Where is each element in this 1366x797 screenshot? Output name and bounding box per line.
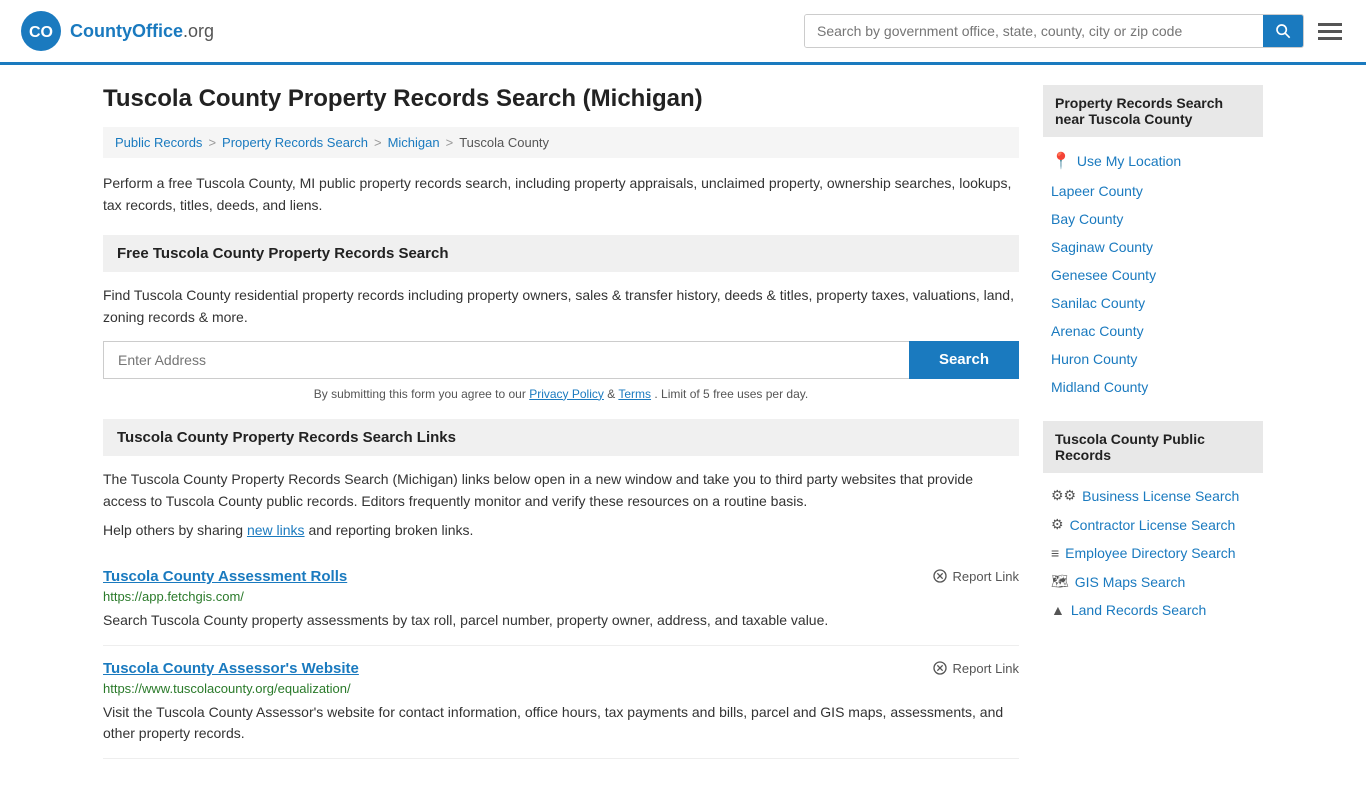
- location-icon: 📍: [1051, 151, 1071, 171]
- header-search-input[interactable]: [805, 15, 1263, 47]
- form-disclaimer: By submitting this form you agree to our…: [103, 387, 1019, 401]
- new-links-link[interactable]: new links: [247, 522, 305, 538]
- link-card-title-1[interactable]: Tuscola County Assessment Rolls: [103, 568, 347, 585]
- sanilac-county-link[interactable]: Sanilac County: [1051, 295, 1145, 311]
- breadcrumb-sep-3: >: [446, 135, 454, 150]
- logo-area: CO CountyOffice.org: [20, 10, 214, 52]
- nearby-section-title: Property Records Search near Tuscola Cou…: [1043, 85, 1263, 137]
- address-form: Search: [103, 341, 1019, 379]
- sidebar-item-sanilac[interactable]: Sanilac County: [1043, 289, 1263, 317]
- link-card-desc-2: Visit the Tuscola County Assessor's webs…: [103, 702, 1019, 744]
- links-section-heading: Tuscola County Property Records Search L…: [103, 419, 1019, 456]
- hamburger-line-1: [1318, 23, 1342, 26]
- terms-link[interactable]: Terms: [618, 387, 651, 401]
- lapeer-county-link[interactable]: Lapeer County: [1051, 183, 1143, 199]
- triangle-icon: ▲: [1051, 602, 1065, 618]
- link-card-url-1: https://app.fetchgis.com/: [103, 589, 1019, 604]
- link-card-header-1: Tuscola County Assessment Rolls Report L…: [103, 568, 1019, 585]
- midland-county-link[interactable]: Midland County: [1051, 379, 1148, 395]
- hamburger-menu-button[interactable]: [1314, 19, 1346, 44]
- header: CO CountyOffice.org: [0, 0, 1366, 65]
- public-records-section: Tuscola County Public Records ⚙⚙ Busines…: [1043, 421, 1263, 624]
- sidebar-item-land-records[interactable]: ▲ Land Records Search: [1043, 596, 1263, 624]
- sidebar-item-genesee[interactable]: Genesee County: [1043, 261, 1263, 289]
- sidebar-item-huron[interactable]: Huron County: [1043, 345, 1263, 373]
- privacy-policy-link[interactable]: Privacy Policy: [529, 387, 604, 401]
- header-search-button[interactable]: [1263, 15, 1303, 47]
- report-link-btn-1[interactable]: Report Link: [932, 568, 1019, 584]
- gear-icon: ⚙: [1051, 516, 1064, 533]
- free-search-heading: Free Tuscola County Property Records Sea…: [103, 235, 1019, 272]
- map-icon: 🗺: [1051, 573, 1069, 590]
- sidebar-item-arenac[interactable]: Arenac County: [1043, 317, 1263, 345]
- breadcrumb-current: Tuscola County: [459, 135, 549, 150]
- breadcrumb-sep-1: >: [208, 135, 216, 150]
- link-card-header-2: Tuscola County Assessor's Website Report…: [103, 660, 1019, 677]
- breadcrumb-sep-2: >: [374, 135, 382, 150]
- link-card-title-2[interactable]: Tuscola County Assessor's Website: [103, 660, 359, 677]
- links-description: The Tuscola County Property Records Sear…: [103, 468, 1019, 513]
- employee-directory-search-link[interactable]: Employee Directory Search: [1065, 545, 1235, 561]
- breadcrumb-public-records[interactable]: Public Records: [115, 135, 202, 150]
- report-icon-2: [932, 660, 948, 676]
- breadcrumb: Public Records > Property Records Search…: [103, 127, 1019, 158]
- breadcrumb-property-records-search[interactable]: Property Records Search: [222, 135, 368, 150]
- huron-county-link[interactable]: Huron County: [1051, 351, 1137, 367]
- sidebar-item-contractor-license[interactable]: ⚙ Contractor License Search: [1043, 510, 1263, 539]
- free-search-section: Free Tuscola County Property Records Sea…: [103, 235, 1019, 401]
- header-search-container: [804, 14, 1304, 48]
- breadcrumb-michigan[interactable]: Michigan: [388, 135, 440, 150]
- use-my-location[interactable]: 📍 Use My Location: [1043, 145, 1263, 177]
- sidebar-item-employee-directory[interactable]: ≡ Employee Directory Search: [1043, 539, 1263, 567]
- nearby-section: Property Records Search near Tuscola Cou…: [1043, 85, 1263, 401]
- gis-maps-search-link[interactable]: GIS Maps Search: [1075, 574, 1186, 590]
- public-records-title: Tuscola County Public Records: [1043, 421, 1263, 473]
- use-my-location-link[interactable]: Use My Location: [1077, 153, 1181, 169]
- list-icon: ≡: [1051, 545, 1059, 561]
- sidebar-item-gis-maps[interactable]: 🗺 GIS Maps Search: [1043, 567, 1263, 596]
- arenac-county-link[interactable]: Arenac County: [1051, 323, 1144, 339]
- hamburger-line-3: [1318, 37, 1342, 40]
- address-input[interactable]: [103, 341, 909, 379]
- report-icon-1: [932, 568, 948, 584]
- free-search-description: Find Tuscola County residential property…: [103, 284, 1019, 329]
- bay-county-link[interactable]: Bay County: [1051, 211, 1123, 227]
- header-right: [804, 14, 1346, 48]
- page-title: Tuscola County Property Records Search (…: [103, 85, 1019, 113]
- link-card-url-2: https://www.tuscolacounty.org/equalizati…: [103, 681, 1019, 696]
- logo-icon: CO: [20, 10, 62, 52]
- land-records-search-link[interactable]: Land Records Search: [1071, 602, 1206, 618]
- saginaw-county-link[interactable]: Saginaw County: [1051, 239, 1153, 255]
- share-links-text: Help others by sharing new links and rep…: [103, 522, 1019, 538]
- sidebar: Property Records Search near Tuscola Cou…: [1043, 85, 1263, 777]
- svg-text:CO: CO: [29, 24, 53, 41]
- sidebar-item-business-license[interactable]: ⚙⚙ Business License Search: [1043, 481, 1263, 510]
- genesee-county-link[interactable]: Genesee County: [1051, 267, 1156, 283]
- logo-text: CountyOffice.org: [70, 21, 214, 42]
- links-section: Tuscola County Property Records Search L…: [103, 419, 1019, 760]
- content-area: Tuscola County Property Records Search (…: [103, 85, 1019, 777]
- business-license-search-link[interactable]: Business License Search: [1082, 488, 1239, 504]
- contractor-license-search-link[interactable]: Contractor License Search: [1070, 517, 1236, 533]
- link-card-desc-1: Search Tuscola County property assessmen…: [103, 610, 1019, 631]
- hamburger-line-2: [1318, 30, 1342, 33]
- sidebar-item-lapeer[interactable]: Lapeer County: [1043, 177, 1263, 205]
- sidebar-item-bay[interactable]: Bay County: [1043, 205, 1263, 233]
- sidebar-item-saginaw[interactable]: Saginaw County: [1043, 233, 1263, 261]
- sidebar-item-midland[interactable]: Midland County: [1043, 373, 1263, 401]
- report-link-btn-2[interactable]: Report Link: [932, 660, 1019, 676]
- search-button[interactable]: Search: [909, 341, 1019, 379]
- link-card-assessor: Tuscola County Assessor's Website Report…: [103, 646, 1019, 759]
- page-description: Perform a free Tuscola County, MI public…: [103, 172, 1019, 217]
- link-card-assessment: Tuscola County Assessment Rolls Report L…: [103, 554, 1019, 646]
- main-container: Tuscola County Property Records Search (…: [83, 65, 1283, 797]
- gear-double-icon: ⚙⚙: [1051, 487, 1076, 504]
- search-icon: [1275, 23, 1291, 39]
